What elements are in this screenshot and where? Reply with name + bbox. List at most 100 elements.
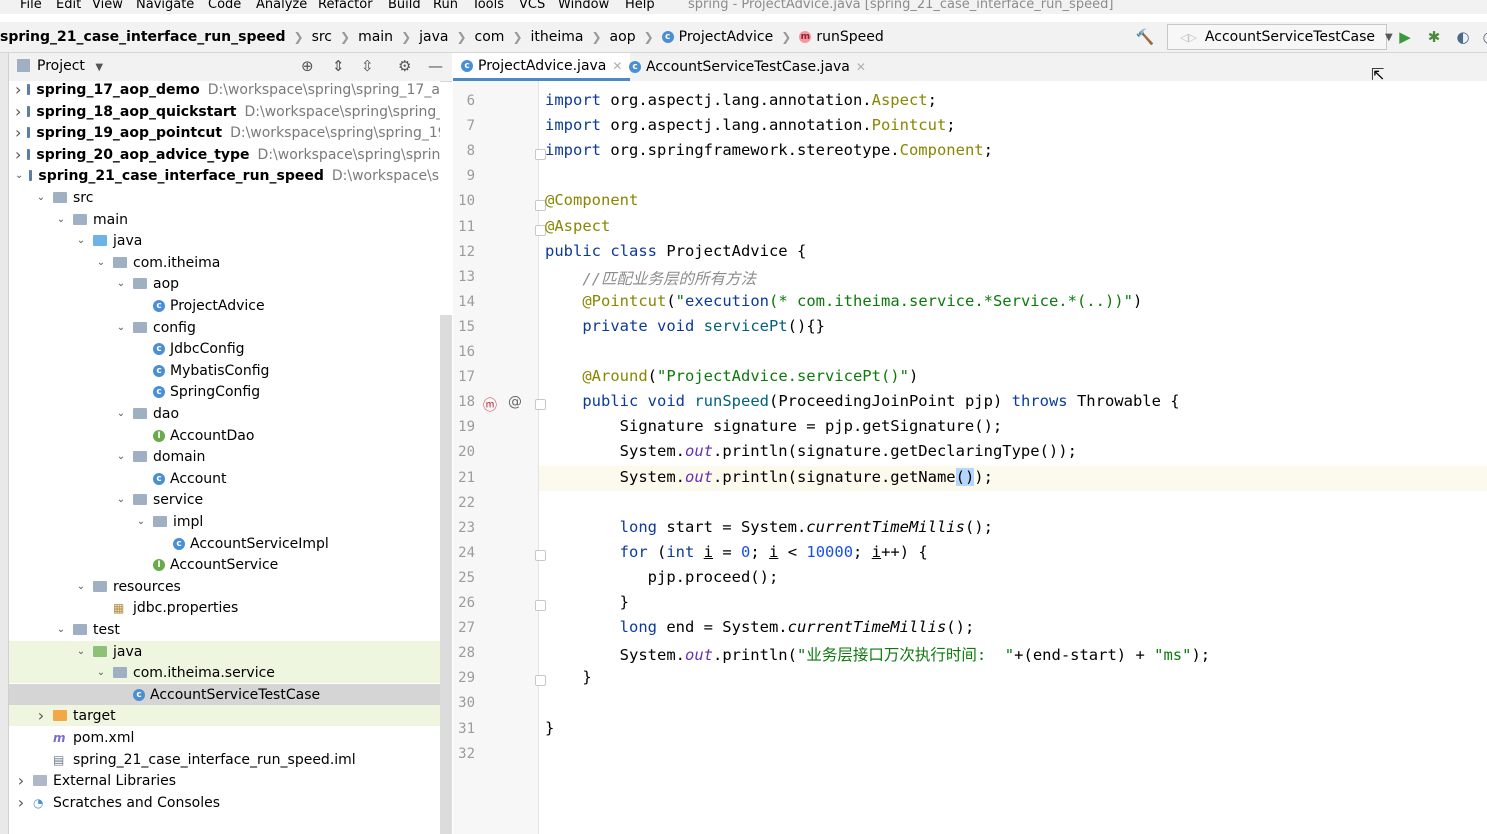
code-line[interactable]: @Around("ProjectAdvice.servicePt()"): [545, 367, 918, 385]
tree-item[interactable]: ⌄ config: [9, 317, 440, 338]
run-configuration-dropdown[interactable]: ◁▷ AccountServiceTestCase ▼: [1167, 24, 1393, 50]
code-line[interactable]: System.out.println(signature.getName());: [545, 468, 993, 486]
breadcrumb-com[interactable]: com: [475, 29, 505, 45]
tab-account-service-test-case[interactable]: c AccountServiceTestCase.java ✕: [621, 53, 874, 81]
build-hammer-icon[interactable]: 🔨: [1134, 26, 1156, 48]
project-view-selector[interactable]: Project ▼: [37, 58, 103, 74]
code-line[interactable]: Signature signature = pjp.getSignature()…: [545, 417, 1003, 435]
menu-edit[interactable]: Edit: [56, 0, 81, 12]
tree-item[interactable]: ⌄ main: [9, 209, 440, 230]
tree-item[interactable]: › spring_20_aop_advice_type D:\workspace\s…: [9, 144, 440, 165]
tree-item[interactable]: ⌄ test: [9, 619, 440, 640]
chevron-down-icon[interactable]: ⌄: [115, 322, 127, 333]
code-line[interactable]: long start = System.currentTimeMillis();: [545, 518, 993, 536]
tree-item[interactable]: ▤ spring_21_case_interface_run_speed.iml: [9, 749, 440, 770]
code-line[interactable]: @Aspect: [545, 217, 610, 235]
tree-item[interactable]: ⌄ java: [9, 641, 440, 662]
close-icon[interactable]: ✕: [856, 60, 866, 74]
tree-item[interactable]: m pom.xml: [9, 727, 440, 748]
breadcrumb-class[interactable]: c ProjectAdvice: [661, 29, 773, 45]
tree-item[interactable]: › spring_17_aop_demo D:\workspace\spring\s…: [9, 81, 440, 100]
code-line[interactable]: private void servicePt(){}: [545, 317, 825, 335]
menu-file[interactable]: File: [20, 0, 42, 12]
around-advice-gutter-icon[interactable]: ⓜ: [483, 395, 497, 415]
chevron-down-icon[interactable]: ⌄: [95, 257, 107, 268]
chevron-down-icon[interactable]: ⌄: [135, 516, 147, 527]
chevron-right-icon[interactable]: ›: [15, 145, 21, 164]
menu-tools[interactable]: Tools: [472, 0, 504, 12]
chevron-right-icon[interactable]: ›: [15, 771, 27, 790]
tree-item[interactable]: ⌄ service: [9, 489, 440, 510]
tree-item[interactable]: › spring_18_aop_quickstart D:\workspace\sp…: [9, 101, 440, 122]
tree-item[interactable]: › External Libraries: [9, 770, 440, 791]
menu-refactor[interactable]: Refactor: [318, 0, 373, 12]
code-line[interactable]: public class ProjectAdvice {: [545, 242, 806, 260]
tree-item[interactable]: ⌄ java: [9, 230, 440, 251]
chevron-down-icon[interactable]: ⌄: [75, 581, 87, 592]
code-line[interactable]: import org.aspectj.lang.annotation.Aspec…: [545, 91, 937, 109]
expand-all-icon[interactable]: ⇕: [332, 57, 345, 75]
chevron-down-icon[interactable]: ⌄: [115, 278, 127, 289]
tree-item[interactable]: I AccountDao: [9, 425, 440, 446]
chevron-down-icon[interactable]: ⌄: [115, 494, 127, 505]
code-line[interactable]: }: [545, 593, 629, 611]
chevron-down-icon[interactable]: ⌄: [95, 667, 107, 678]
tab-project-advice[interactable]: c ProjectAdvice.java ✕: [453, 53, 631, 81]
breadcrumb-src[interactable]: src: [312, 29, 332, 45]
tree-item[interactable]: ⌄ domain: [9, 446, 440, 467]
chevron-down-icon[interactable]: ⌄: [115, 408, 127, 419]
breadcrumb-module[interactable]: spring_21_case_interface_run_speed: [0, 29, 286, 45]
menu-run[interactable]: Run: [433, 0, 458, 12]
project-scrollbar[interactable]: [440, 315, 452, 834]
tree-item[interactable]: c AccountServiceTestCase: [9, 684, 440, 705]
code-line[interactable]: pjp.proceed();: [545, 568, 779, 586]
menu-navigate[interactable]: Navigate: [136, 0, 194, 12]
chevron-right-icon[interactable]: ›: [15, 793, 27, 812]
collapse-all-icon[interactable]: ⇳: [361, 57, 374, 75]
code-line[interactable]: }: [545, 668, 591, 686]
tree-item[interactable]: ⌄ resources: [9, 576, 440, 597]
at-gutter-icon[interactable]: @: [508, 394, 522, 410]
tree-item[interactable]: c MybatisConfig: [9, 360, 440, 381]
code-line[interactable]: }: [545, 719, 554, 737]
tree-item[interactable]: ⌄ com.itheima: [9, 252, 440, 273]
tree-item[interactable]: c AccountServiceImpl: [9, 533, 440, 554]
tree-item[interactable]: I AccountService: [9, 554, 440, 575]
chevron-right-icon[interactable]: ›: [15, 102, 21, 121]
code-line[interactable]: long end = System.currentTimeMillis();: [545, 618, 975, 636]
breadcrumb-itheima[interactable]: itheima: [531, 29, 584, 45]
debug-icon[interactable]: ✱: [1423, 26, 1445, 48]
code-line[interactable]: System.out.println(signature.getDeclarin…: [545, 442, 1077, 460]
menu-code[interactable]: Code: [208, 0, 241, 12]
tree-item[interactable]: ▦ jdbc.properties: [9, 597, 440, 618]
profile-icon[interactable]: ◔: [1478, 26, 1487, 48]
menu-view[interactable]: View: [92, 0, 123, 12]
tree-item[interactable]: ⌄ com.itheima.service: [9, 662, 440, 683]
breadcrumb-java[interactable]: java: [419, 29, 448, 45]
tree-item[interactable]: ⌄ src: [9, 187, 440, 208]
tree-item[interactable]: ⌄ spring_21_case_interface_run_speed D:\wo…: [9, 165, 440, 186]
gear-icon[interactable]: ⚙: [398, 57, 411, 75]
code-line[interactable]: @Component: [545, 191, 638, 209]
code-line[interactable]: public void runSpeed(ProceedingJoinPoint…: [545, 392, 1179, 410]
coverage-icon[interactable]: ◐: [1452, 26, 1474, 48]
breadcrumb-main[interactable]: main: [358, 29, 393, 45]
tree-item[interactable]: c JdbcConfig: [9, 338, 440, 359]
run-icon[interactable]: ▶: [1394, 26, 1416, 48]
chevron-right-icon[interactable]: ›: [15, 123, 21, 142]
menu-vcs[interactable]: VCS: [519, 0, 545, 12]
menu-window[interactable]: Window: [558, 0, 609, 12]
minimize-icon[interactable]: —: [428, 57, 443, 75]
chevron-down-icon[interactable]: ⌄: [15, 170, 23, 181]
chevron-down-icon[interactable]: ⌄: [75, 235, 87, 246]
chevron-down-icon[interactable]: ⌄: [55, 214, 67, 225]
chevron-right-icon[interactable]: ›: [15, 81, 21, 99]
tree-item[interactable]: c ProjectAdvice: [9, 295, 440, 316]
breadcrumb-aop[interactable]: aop: [610, 29, 636, 45]
menu-build[interactable]: Build: [388, 0, 421, 12]
code-editor[interactable]: ⓜ @ 6 import org.aspectj.lang.annotation.…: [453, 81, 1487, 834]
code-line[interactable]: import org.springframework.stereotype.Co…: [545, 141, 993, 159]
chevron-down-icon[interactable]: ⌄: [75, 646, 87, 657]
tree-item[interactable]: ⌄ aop: [9, 273, 440, 294]
tree-item[interactable]: c SpringConfig: [9, 381, 440, 402]
